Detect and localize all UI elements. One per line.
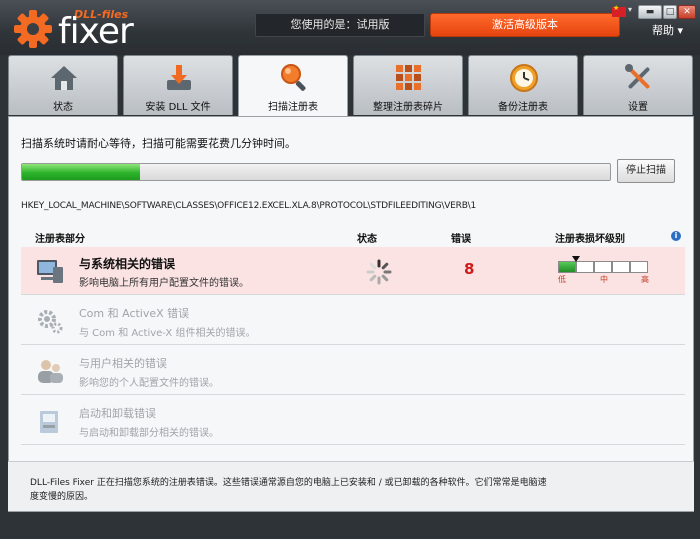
- close-button[interactable]: ✕: [678, 5, 696, 19]
- col-errors: 错误: [451, 234, 471, 245]
- tab-status-label: 状态: [53, 102, 73, 113]
- tab-settings-label: 设置: [628, 102, 648, 113]
- level-mid-label: 中: [600, 275, 608, 284]
- info-icon[interactable]: i: [671, 231, 681, 241]
- row-system-errors[interactable]: 与系统相关的错误 影响电脑上所有用户配置文件的错误。 8 低 中 高: [21, 247, 685, 295]
- row-user-errors[interactable]: 与用户相关的错误 影响您的个人配置文件的错误。: [21, 347, 685, 395]
- minimize-button[interactable]: ▬: [638, 5, 662, 19]
- defrag-blocks-icon: [396, 65, 421, 90]
- damage-level-meter: [558, 256, 650, 275]
- help-menu[interactable]: 帮助 ▾: [652, 22, 683, 38]
- row-com-title: Com 和 ActiveX 错误: [79, 307, 190, 320]
- magnifier-icon: [281, 64, 306, 91]
- tools-icon: [625, 64, 650, 89]
- row-startup-uninstall-errors[interactable]: 启动和卸载错误 与启动和卸载部分相关的错误。: [21, 397, 685, 445]
- tab-scan-registry[interactable]: 扫描注册表: [238, 55, 348, 117]
- title-bar: DLL-files fixer 您使用的是：试用版 激活高级版本 ▾ ▬ □ ✕…: [0, 0, 700, 55]
- meter-segment: [630, 261, 648, 273]
- tab-defrag-registry[interactable]: 整理注册表碎片: [353, 55, 463, 115]
- meter-segment: [576, 261, 594, 273]
- tab-settings[interactable]: 设置: [583, 55, 693, 115]
- level-low-label: 低: [558, 275, 566, 284]
- col-damage-level: 注册表损坏级别: [555, 234, 625, 245]
- row-startup-title: 启动和卸载错误: [79, 407, 156, 420]
- row-user-title: 与用户相关的错误: [79, 357, 167, 370]
- home-icon: [51, 66, 77, 90]
- scan-progress-bar: [21, 163, 611, 181]
- col-status: 状态: [357, 234, 377, 245]
- users-icon: [38, 360, 63, 383]
- window-controls: ▾ ▬ □ ✕: [612, 4, 696, 21]
- language-flag-icon[interactable]: [612, 4, 626, 17]
- status-footer: DLL-Files Fixer 正在扫描您系统的注册表错误。这些错误通常源自您的…: [8, 461, 694, 511]
- row-user-desc: 影响您的个人配置文件的错误。: [79, 378, 219, 389]
- installer-box-icon: [40, 411, 58, 433]
- main-tabs: 状态 安装 DLL 文件 扫描注册表 整理注册表碎片 备份注册表 设置: [8, 55, 694, 117]
- tab-install-dll-label: 安装 DLL 文件: [145, 102, 211, 113]
- row-system-title: 与系统相关的错误: [79, 257, 176, 271]
- row-com-desc: 与 Com 和 Active-X 组件相关的错误。: [79, 328, 256, 339]
- gear-logo-icon: [14, 10, 52, 48]
- language-caret-icon[interactable]: ▾: [628, 5, 632, 14]
- row-system-desc: 影响电脑上所有用户配置文件的错误。: [79, 278, 249, 289]
- backup-clock-icon: [510, 64, 538, 92]
- version-status: 您使用的是：试用版: [255, 13, 425, 37]
- results-table-header: 注册表部分 状态 错误 注册表损坏级别 i: [21, 225, 685, 247]
- meter-pointer-icon: [572, 256, 580, 262]
- maximize-button[interactable]: □: [663, 5, 677, 19]
- system-error-count: 8: [464, 260, 475, 278]
- tab-scan-registry-label: 扫描注册表: [268, 102, 318, 113]
- tab-defrag-registry-label: 整理注册表碎片: [373, 102, 443, 113]
- scan-progress-fill: [22, 164, 140, 180]
- tab-install-dll[interactable]: 安装 DLL 文件: [123, 55, 233, 115]
- row-com-activex-errors[interactable]: Com 和 ActiveX 错误 与 Com 和 Active-X 组件相关的错…: [21, 297, 685, 345]
- download-icon: [167, 65, 191, 90]
- meter-segment: [612, 261, 630, 273]
- logo-wordmark: fixer: [58, 11, 134, 52]
- tab-backup-registry-label: 备份注册表: [498, 102, 548, 113]
- meter-segment: [558, 261, 576, 273]
- current-registry-path: HKEY_LOCAL_MACHINE\SOFTWARE\CLASSES\OFFI…: [21, 201, 477, 211]
- level-high-label: 高: [641, 275, 649, 284]
- tab-status[interactable]: 状态: [8, 55, 118, 115]
- tab-backup-registry[interactable]: 备份注册表: [468, 55, 578, 115]
- activate-premium-button[interactable]: 激活高级版本: [430, 13, 620, 37]
- computer-icon: [37, 260, 63, 283]
- app-logo: DLL-files fixer: [12, 6, 172, 52]
- stop-scan-button[interactable]: 停止扫描: [617, 159, 675, 183]
- footer-description: DLL-Files Fixer 正在扫描您系统的注册表错误。这些错误通常源自您的…: [30, 478, 547, 502]
- scan-panel: 扫描系统时请耐心等待，扫描可能需要花费几分钟时间。 停止扫描 HKEY_LOCA…: [8, 116, 694, 512]
- scan-instruction: 扫描系统时请耐心等待，扫描可能需要花费几分钟时间。: [21, 137, 296, 150]
- cog-icon: [38, 310, 63, 334]
- row-startup-desc: 与启动和卸载部分相关的错误。: [79, 428, 219, 439]
- col-registry-section: 注册表部分: [35, 234, 85, 245]
- meter-segment: [594, 261, 612, 273]
- loading-spinner-icon: [366, 259, 392, 285]
